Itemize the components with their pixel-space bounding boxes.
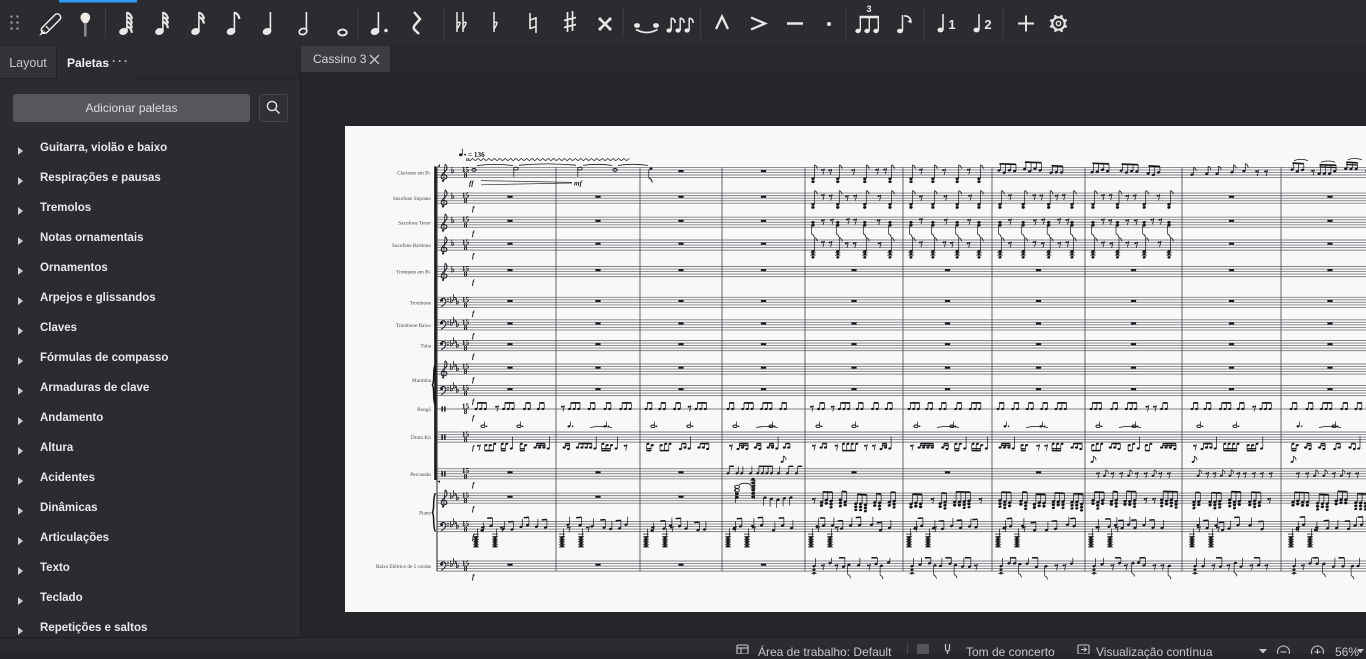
svg-text:8: 8	[464, 526, 468, 534]
svg-text:8: 8	[464, 368, 468, 376]
svg-text:Percussão: Percussão	[410, 472, 431, 478]
svg-text:ff: ff	[469, 180, 474, 188]
svg-text:1: 1	[948, 17, 955, 32]
svg-text:Trompete em B♭: Trompete em B♭	[396, 270, 431, 276]
svg-text:8: 8	[464, 390, 468, 398]
svg-text:8: 8	[464, 497, 468, 505]
svg-text:Marimba: Marimba	[412, 378, 432, 384]
svg-text:Saxofone Tenor: Saxofone Tenor	[398, 219, 431, 226]
svg-text:Bongô: Bongô	[417, 407, 431, 413]
svg-text:8: 8	[464, 324, 468, 332]
svg-text:Baixo Elétrico de 5 cordas: Baixo Elétrico de 5 cordas	[376, 564, 431, 570]
svg-text:8: 8	[464, 436, 468, 444]
svg-text:8: 8	[464, 197, 468, 205]
svg-text:8: 8	[464, 473, 468, 481]
svg-text:Saxofone Barítono: Saxofone Barítono	[392, 242, 431, 249]
svg-text:mf: mf	[574, 180, 583, 188]
svg-text:3: 3	[866, 4, 871, 14]
svg-text:Saxofone Soprano: Saxofone Soprano	[393, 195, 432, 202]
svg-text:Clarinete em B♭: Clarinete em B♭	[397, 171, 431, 177]
svg-text:Piano: Piano	[419, 510, 431, 516]
svg-text:Trombone: Trombone	[410, 300, 432, 306]
svg-text:8: 8	[464, 172, 468, 180]
svg-text:8: 8	[464, 565, 468, 573]
svg-text:Drum Kit: Drum Kit	[411, 435, 432, 441]
svg-text:Trombone Baixo: Trombone Baixo	[396, 323, 432, 329]
svg-text:8: 8	[464, 408, 468, 416]
svg-text:Tuba: Tuba	[421, 344, 432, 350]
svg-text:8: 8	[464, 221, 468, 229]
svg-text:8: 8	[464, 345, 468, 353]
svg-text:8: 8	[464, 301, 468, 309]
svg-text:= 136: = 136	[468, 151, 485, 159]
svg-text:2: 2	[984, 17, 991, 32]
svg-text:8: 8	[464, 271, 468, 279]
svg-text:8: 8	[464, 244, 468, 252]
